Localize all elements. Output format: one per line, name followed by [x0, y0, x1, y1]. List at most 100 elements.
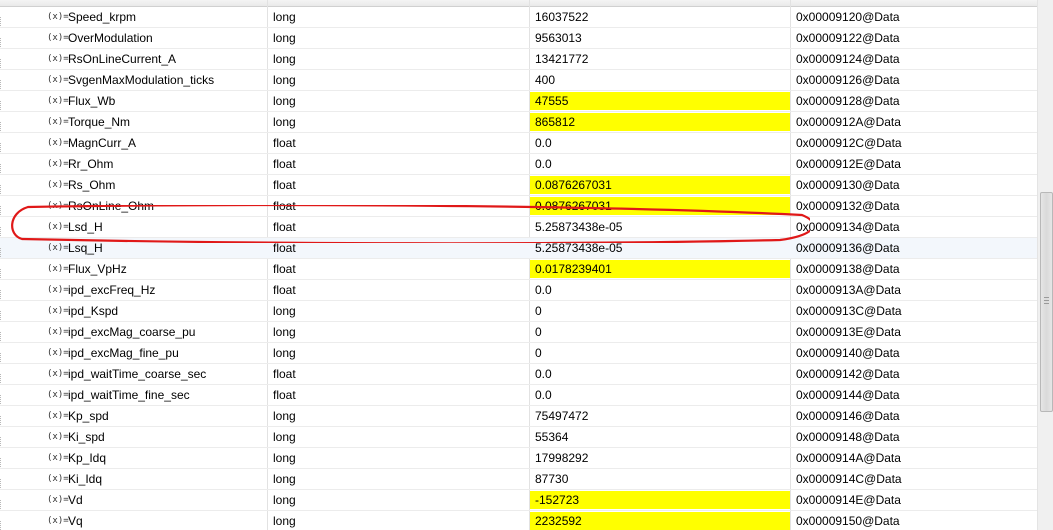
name-cell[interactable]: (x)= ipd_waitTime_coarse_sec: [0, 364, 267, 384]
name-cell[interactable]: (x)= Rs_Ohm: [0, 175, 267, 195]
value-cell[interactable]: 13421772: [530, 49, 790, 69]
tree-guide-line: [0, 290, 15, 300]
variable-name: Ki_spd: [68, 430, 105, 444]
name-cell[interactable]: (x)= Ki_spd: [0, 427, 267, 447]
address-cell: 0x0000913E@Data: [796, 325, 901, 339]
table-row[interactable]: (x)= MagnCurr_A float 0.0 0x0000912C@Data: [0, 133, 1037, 154]
table-row[interactable]: (x)= Vq long 2232592 0x00009150@Data: [0, 511, 1037, 530]
name-cell[interactable]: (x)= ipd_excMag_fine_pu: [0, 343, 267, 363]
name-cell[interactable]: (x)= Speed_krpm: [0, 7, 267, 27]
value-cell-changed[interactable]: 47555: [530, 92, 790, 110]
value-cell[interactable]: 16037522: [530, 7, 790, 27]
table-row[interactable]: (x)= OverModulation long 9563013 0x00009122@…: [0, 28, 1037, 49]
table-row[interactable]: (x)= RsOnLine_Ohm float 0.0876267031 0x00009…: [0, 196, 1037, 217]
value-cell-changed[interactable]: 0.0876267031: [530, 176, 790, 194]
value-cell[interactable]: 75497472: [530, 406, 790, 426]
table-row[interactable]: (x)= ipd_waitTime_fine_sec float 0.0 0x00009…: [0, 385, 1037, 406]
address-cell: 0x00009132@Data: [796, 199, 900, 213]
table-row[interactable]: (x)= Ki_spd long 55364 0x00009148@Data: [0, 427, 1037, 448]
name-cell[interactable]: (x)= RsOnLine_Ohm: [0, 196, 267, 216]
table-row[interactable]: (x)= ipd_excMag_coarse_pu long 0 0x0000913E@…: [0, 322, 1037, 343]
value-cell-changed[interactable]: 0.0178239401: [530, 260, 790, 278]
value-cell[interactable]: 55364: [530, 427, 790, 447]
name-cell[interactable]: (x)= Kp_Idq: [0, 448, 267, 468]
name-cell[interactable]: (x)= Torque_Nm: [0, 112, 267, 132]
table-row[interactable]: (x)= Lsd_H float 5.25873438e-05 0x00009134@D…: [0, 217, 1037, 238]
type-cell: long: [273, 451, 296, 465]
value-cell[interactable]: 17998292: [530, 448, 790, 468]
name-cell[interactable]: (x)= Vd: [0, 490, 267, 510]
address-cell: 0x00009138@Data: [796, 262, 900, 276]
name-cell[interactable]: (x)= ipd_excMag_coarse_pu: [0, 322, 267, 342]
name-cell[interactable]: (x)= OverModulation: [0, 28, 267, 48]
vertical-scrollbar[interactable]: [1037, 0, 1053, 530]
variable-name: OverModulation: [68, 31, 153, 45]
value-cell-changed[interactable]: 0.0876267031: [530, 197, 790, 215]
address-cell: 0x00009134@Data: [796, 220, 900, 234]
value-cell[interactable]: 0.0: [530, 364, 790, 384]
value-cell[interactable]: 0.0: [530, 133, 790, 153]
table-row[interactable]: (x)= ipd_excFreq_Hz float 0.0 0x0000913A@Dat…: [0, 280, 1037, 301]
address-cell: 0x0000912A@Data: [796, 115, 901, 129]
name-cell[interactable]: (x)= Rr_Ohm: [0, 154, 267, 174]
value-cell[interactable]: 0.0: [530, 154, 790, 174]
variable-icon: (x)=: [47, 495, 69, 505]
table-row[interactable]: (x)= Lsq_H float 5.25873438e-05 0x00009136@D…: [0, 238, 1037, 259]
name-cell[interactable]: (x)= Flux_Wb: [0, 91, 267, 111]
address-cell: 0x00009142@Data: [796, 367, 900, 381]
name-cell[interactable]: (x)= RsOnLineCurrent_A: [0, 49, 267, 69]
value-cell[interactable]: 9563013: [530, 28, 790, 48]
name-cell[interactable]: (x)= Kp_spd: [0, 406, 267, 426]
table-row[interactable]: (x)= ipd_excMag_fine_pu long 0 0x00009140@Da…: [0, 343, 1037, 364]
table-row[interactable]: (x)= Kp_Idq long 17998292 0x0000914A@Data: [0, 448, 1037, 469]
name-cell[interactable]: (x)= ipd_waitTime_fine_sec: [0, 385, 267, 405]
variable-icon: (x)=: [47, 369, 69, 379]
variable-name: Kp_Idq: [68, 451, 107, 465]
column-header-strip[interactable]: [0, 0, 1037, 7]
value-cell[interactable]: 5.25873438e-05: [530, 217, 790, 237]
table-row[interactable]: (x)= Rr_Ohm float 0.0 0x0000912E@Data: [0, 154, 1037, 175]
name-cell[interactable]: (x)= MagnCurr_A: [0, 133, 267, 153]
table-row[interactable]: (x)= Ki_Idq long 87730 0x0000914C@Data: [0, 469, 1037, 490]
scrollbar-thumb[interactable]: [1040, 192, 1053, 412]
table-row[interactable]: (x)= RsOnLineCurrent_A long 13421772 0x00009…: [0, 49, 1037, 70]
value-cell[interactable]: 0: [530, 322, 790, 342]
name-cell[interactable]: (x)= Lsq_H: [0, 238, 267, 258]
variable-name: Flux_VpHz: [68, 262, 127, 276]
address-cell: 0x00009140@Data: [796, 346, 900, 360]
value-cell-changed[interactable]: 865812: [530, 113, 790, 131]
variable-icon: (x)=: [47, 117, 69, 127]
type-cell: long: [273, 472, 296, 486]
scroll-up-button[interactable]: [1038, 0, 1053, 12]
value-cell-changed[interactable]: 2232592: [530, 512, 790, 530]
name-cell[interactable]: (x)= Lsd_H: [0, 217, 267, 237]
value-cell[interactable]: 0.0: [530, 385, 790, 405]
variable-icon: (x)=: [47, 54, 69, 64]
value-cell[interactable]: 0.0: [530, 280, 790, 300]
value-cell[interactable]: 5.25873438e-05: [530, 238, 790, 258]
name-cell[interactable]: (x)= SvgenMaxModulation_ticks: [0, 70, 267, 90]
variable-name: Rr_Ohm: [68, 157, 114, 171]
value-cell[interactable]: 400: [530, 70, 790, 90]
value-cell[interactable]: 0: [530, 343, 790, 363]
table-row[interactable]: (x)= SvgenMaxModulation_ticks long 400 0x000…: [0, 70, 1037, 91]
name-cell[interactable]: (x)= ipd_Kspd: [0, 301, 267, 321]
table-row[interactable]: (x)= Kp_spd long 75497472 0x00009146@Data: [0, 406, 1037, 427]
value-cell[interactable]: 0: [530, 301, 790, 321]
table-row[interactable]: (x)= Flux_VpHz float 0.0178239401 0x00009138…: [0, 259, 1037, 280]
table-row[interactable]: (x)= Rs_Ohm float 0.0876267031 0x00009130@Da…: [0, 175, 1037, 196]
type-cell: float: [273, 220, 296, 234]
table-row[interactable]: (x)= ipd_waitTime_coarse_sec float 0.0 0x000…: [0, 364, 1037, 385]
address-cell: 0x00009148@Data: [796, 430, 900, 444]
table-row[interactable]: (x)= Flux_Wb long 47555 0x00009128@Data: [0, 91, 1037, 112]
table-row[interactable]: (x)= Speed_krpm long 16037522 0x00009120@Dat…: [0, 7, 1037, 28]
name-cell[interactable]: (x)= Vq: [0, 511, 267, 530]
value-cell-changed[interactable]: -152723: [530, 491, 790, 509]
table-row[interactable]: (x)= Torque_Nm long 865812 0x0000912A@Data: [0, 112, 1037, 133]
value-cell[interactable]: 87730: [530, 469, 790, 489]
name-cell[interactable]: (x)= ipd_excFreq_Hz: [0, 280, 267, 300]
name-cell[interactable]: (x)= Ki_Idq: [0, 469, 267, 489]
table-row[interactable]: (x)= ipd_Kspd long 0 0x0000913C@Data: [0, 301, 1037, 322]
name-cell[interactable]: (x)= Flux_VpHz: [0, 259, 267, 279]
table-row[interactable]: (x)= Vd long -152723 0x0000914E@Data: [0, 490, 1037, 511]
